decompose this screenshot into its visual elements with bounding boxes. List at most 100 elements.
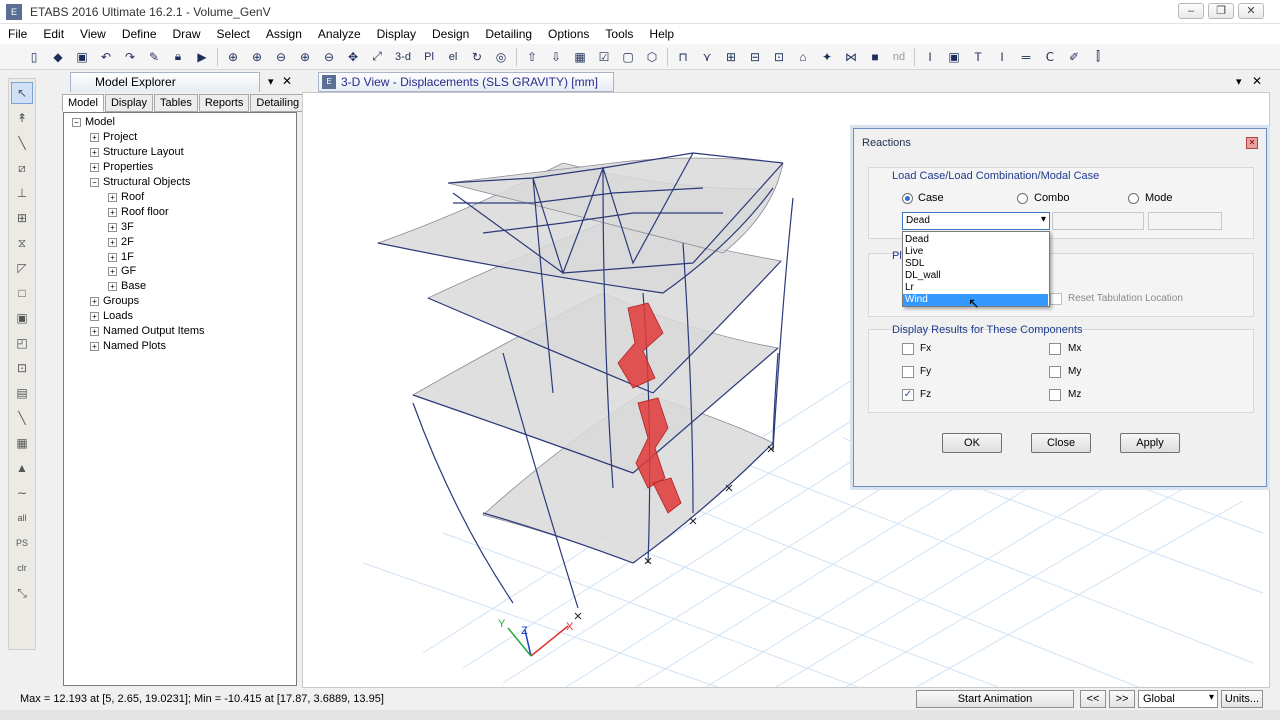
menu-view[interactable]: View (72, 27, 114, 41)
view-tab-title[interactable]: 3-D View - Displacements (SLS GRAVITY) [… (318, 72, 614, 92)
draw-slab-icon[interactable]: ▣ (11, 307, 33, 329)
dialog-close-icon[interactable]: ✕ (1246, 137, 1258, 149)
menu-draw[interactable]: Draw (165, 27, 209, 41)
tree-node-structure-layout[interactable]: + Structure Layout (90, 145, 184, 160)
support-icon[interactable]: ⋈ (841, 48, 861, 66)
draw-tendon-icon[interactable]: ▲ (11, 457, 33, 479)
shaded-icon[interactable]: ■ (865, 48, 885, 66)
tree-node-groups[interactable]: + Groups (90, 294, 139, 309)
tree-node-named-output-items[interactable]: + Named Output Items (90, 324, 205, 339)
draw-spring-icon[interactable]: ∼ (11, 482, 33, 504)
draw-opening-icon[interactable]: ◰ (11, 332, 33, 354)
zoom-previous-icon[interactable]: ⊖ (319, 48, 339, 66)
previous-selection-button[interactable]: PS (11, 532, 33, 554)
lock-icon[interactable]: 🔒︎ (168, 48, 188, 66)
tab-display[interactable]: Display (104, 94, 154, 112)
move-down-icon[interactable]: ⇩ (546, 48, 566, 66)
floor-icon[interactable]: ⊟ (745, 48, 765, 66)
new-file-icon[interactable]: ▯ (24, 48, 44, 66)
view-elevation-button[interactable]: el (443, 48, 463, 66)
draw-brace-icon[interactable]: ⧖ (11, 232, 33, 254)
dimension-icon[interactable]: ═ (1016, 48, 1036, 66)
joint-icon[interactable]: ✦ (817, 48, 837, 66)
ok-button[interactable]: OK (942, 433, 1002, 453)
i-section-icon[interactable]: Ι (992, 48, 1012, 66)
draw-wall-stack-icon[interactable]: ▤ (11, 382, 33, 404)
draw-column-icon[interactable]: ⊥ (11, 182, 33, 204)
tree-node-properties[interactable]: + Properties (90, 160, 153, 175)
radio-mode[interactable] (1128, 193, 1139, 204)
draw-frame-icon[interactable]: ⧄ (11, 157, 33, 179)
dropdown-option-dead[interactable]: Dead (903, 234, 1048, 246)
start-animation-button[interactable]: Start Animation (916, 690, 1074, 708)
opening-icon[interactable]: ⊡ (769, 48, 789, 66)
tab-tables[interactable]: Tables (154, 94, 198, 112)
fx-checkbox[interactable] (902, 343, 914, 355)
wall-icon[interactable]: ⊞ (721, 48, 741, 66)
zoom-out-icon[interactable]: ⊖ (271, 48, 291, 66)
explorer-pin-icon[interactable]: ▾ (268, 75, 274, 88)
tab-model[interactable]: Model (62, 94, 104, 112)
shell-display-icon[interactable]: ▢ (618, 48, 638, 66)
column-icon[interactable]: ⫿ (1088, 48, 1108, 66)
frame-icon[interactable]: ⊓ (673, 48, 693, 66)
my-checkbox[interactable] (1049, 366, 1061, 378)
case-select[interactable]: Dead ▾ (902, 212, 1050, 230)
tree-node-roof[interactable]: + Roof (108, 190, 144, 205)
extrude-icon[interactable]: ⬡ (642, 48, 662, 66)
select-all-button[interactable]: all (11, 507, 33, 529)
menu-display[interactable]: Display (369, 27, 424, 41)
menu-detailing[interactable]: Detailing (477, 27, 540, 41)
etabs-app-icon[interactable]: E (6, 4, 22, 20)
channel-section-icon[interactable]: Ⅽ (1040, 48, 1060, 66)
rotate-icon[interactable]: ⤢ (367, 48, 387, 66)
fz-checkbox[interactable]: ✓ (902, 389, 914, 401)
property-icon[interactable]: ▣ (944, 48, 964, 66)
undo-icon[interactable]: ↶ (96, 48, 116, 66)
draw-beam-icon[interactable]: ⊞ (11, 207, 33, 229)
tree-node-named-plots[interactable]: + Named Plots (90, 339, 166, 354)
draw-tool-icon[interactable]: ✐ (1064, 48, 1084, 66)
tree-node-loads[interactable]: + Loads (90, 309, 133, 324)
dropdown-option-lr[interactable]: Lr (903, 282, 1048, 294)
minimize-button[interactable]: – (1178, 3, 1204, 19)
menu-assign[interactable]: Assign (258, 27, 310, 41)
radio-combo[interactable] (1017, 193, 1028, 204)
draw-rect-area-icon[interactable]: □ (11, 282, 33, 304)
tree-node-gf[interactable]: + GF (108, 264, 136, 279)
redo-icon[interactable]: ↷ (120, 48, 140, 66)
draw-link-icon[interactable]: ╲ (11, 407, 33, 429)
perspective-icon[interactable]: ◎ (491, 48, 511, 66)
draw-line-icon[interactable]: ╲ (11, 132, 33, 154)
reshape-icon[interactable]: ↟ (11, 107, 33, 129)
nd-button[interactable]: nd (889, 48, 909, 66)
tree-node-project[interactable]: + Project (90, 130, 137, 145)
clear-selection-button[interactable]: clr (11, 557, 33, 579)
tree-node-3f[interactable]: +3F (108, 220, 134, 235)
menu-help[interactable]: Help (641, 27, 682, 41)
pan-icon[interactable]: ✥ (343, 48, 363, 66)
menu-file[interactable]: File (0, 27, 35, 41)
tree-node-1f[interactable]: +1F (108, 250, 134, 265)
view-close-icon[interactable]: ✕ (1252, 74, 1262, 88)
dropdown-option-live[interactable]: Live (903, 246, 1048, 258)
tee-section-icon[interactable]: T (968, 48, 988, 66)
edit-pencil-icon[interactable]: ✎ (144, 48, 164, 66)
move-up-icon[interactable]: ⇧ (522, 48, 542, 66)
rotate-view-icon[interactable]: ↻ (467, 48, 487, 66)
previous-step-button[interactable]: << (1080, 690, 1106, 708)
zoom-in-icon[interactable]: ⊕ (247, 48, 267, 66)
zoom-window-icon[interactable]: ⊕ (223, 48, 243, 66)
tab-reports[interactable]: Reports (198, 94, 250, 112)
tree-node-2f[interactable]: +2F (108, 235, 134, 250)
units-button[interactable]: Units... (1221, 690, 1263, 708)
dropdown-option-dl-wall[interactable]: DL_wall (903, 270, 1048, 282)
tree-node-roof-floor[interactable]: + Roof floor (108, 205, 169, 220)
link-icon[interactable]: ⌂ (793, 48, 813, 66)
save-icon[interactable]: ▣ (72, 48, 92, 66)
draw-grid-icon[interactable]: ▦ (11, 432, 33, 454)
grid-options-icon[interactable]: ▦ (570, 48, 590, 66)
open-file-icon[interactable]: ◆ (48, 48, 68, 66)
zoom-extents-icon[interactable]: ⊕ (295, 48, 315, 66)
reset-tabulation-checkbox[interactable] (1050, 293, 1062, 305)
